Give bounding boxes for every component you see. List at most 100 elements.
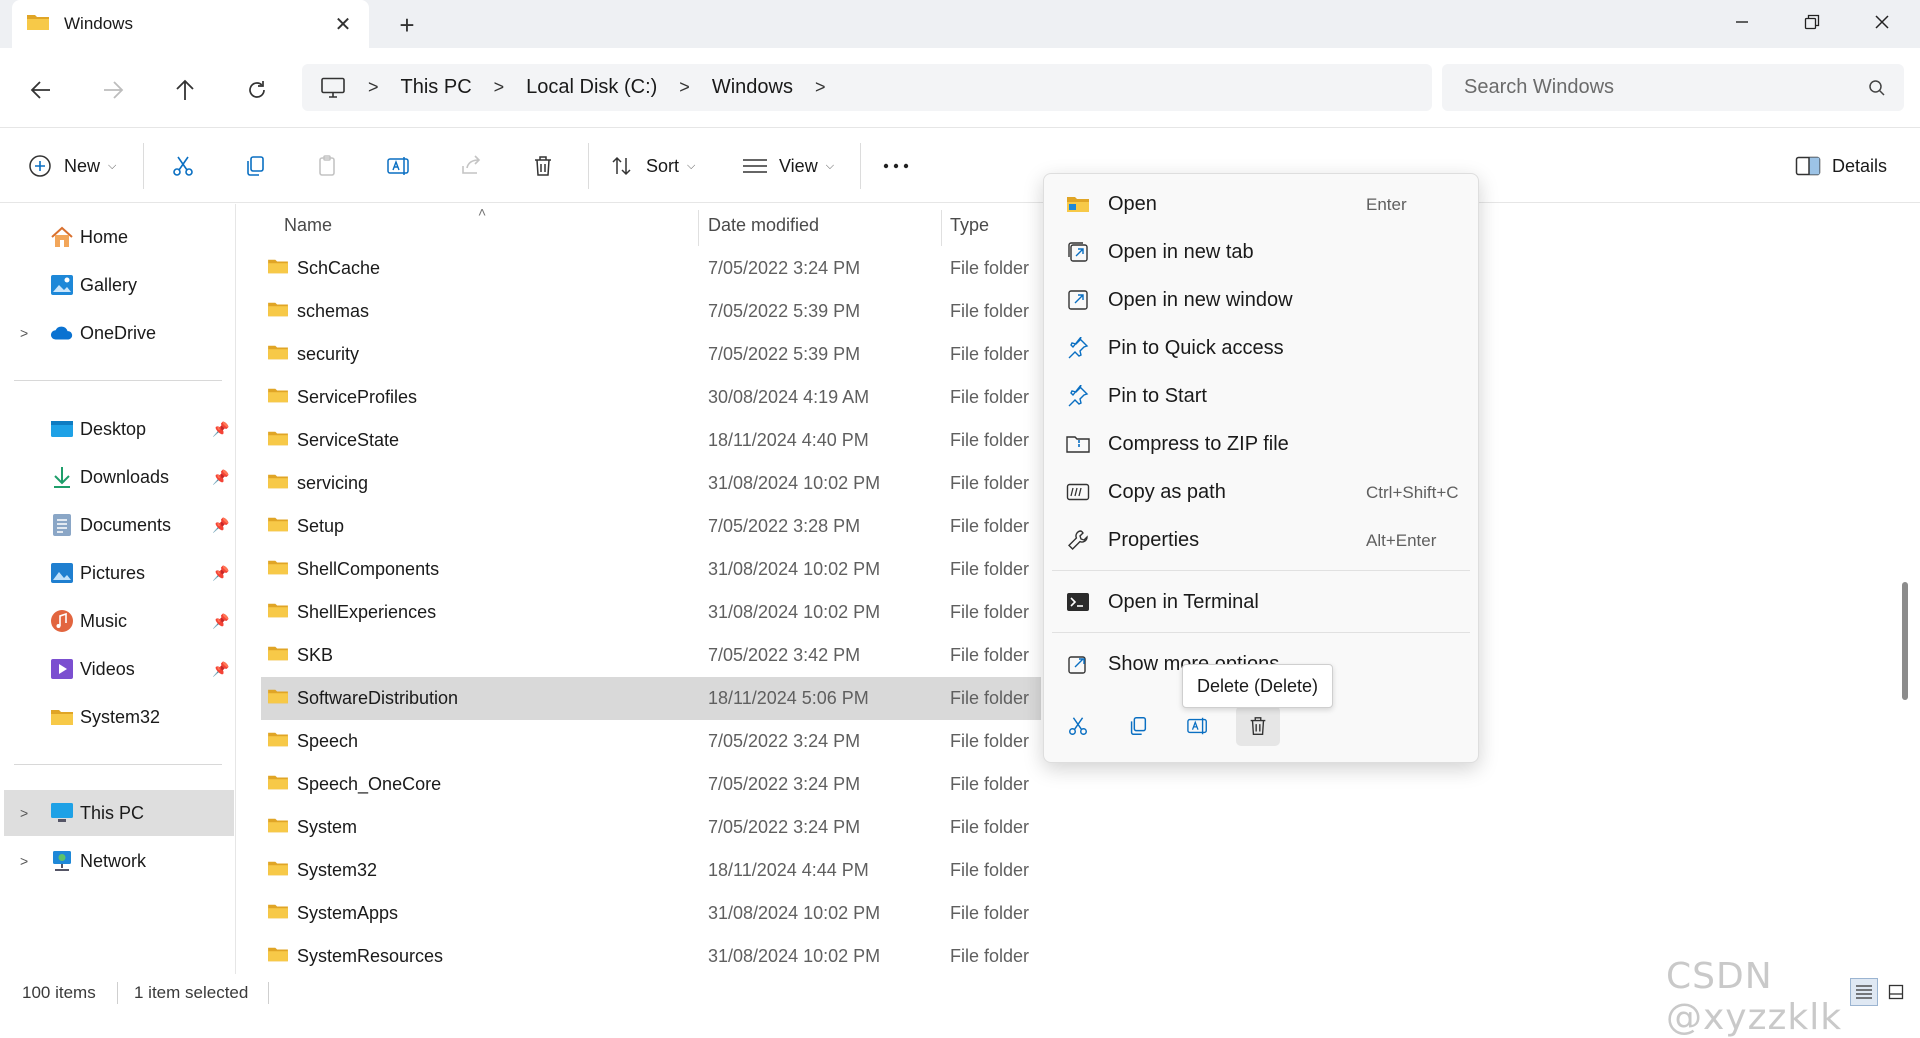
file-row[interactable]: SystemResources 31/08/2024 10:02 PM File f… xyxy=(261,935,1041,978)
breadcrumb-this-pc[interactable]: This PC xyxy=(401,76,472,99)
sidebar-item-pictures[interactable]: Pictures 📌 xyxy=(0,550,234,596)
cut-button[interactable] xyxy=(1056,706,1100,746)
sidebar-item-this-pc[interactable]: > This PC xyxy=(4,790,234,836)
terminal-icon xyxy=(1066,590,1090,614)
menu-item-copy-as-path[interactable]: Copy as path Ctrl+Shift+C xyxy=(1052,469,1470,515)
pin-icon[interactable]: 📌 xyxy=(212,517,229,534)
delete-button[interactable] xyxy=(1236,706,1280,746)
sidebar-item-network[interactable]: > Network xyxy=(0,838,234,884)
sidebar-item-music[interactable]: Music 📌 xyxy=(0,598,234,644)
file-name: System32 xyxy=(297,860,378,880)
file-row[interactable]: ServiceState 18/11/2024 4:40 PM File folde… xyxy=(261,419,1041,462)
chevron-right-icon[interactable]: > xyxy=(20,805,28,821)
file-row[interactable]: servicing 31/08/2024 10:02 PM File folder xyxy=(261,462,1041,505)
file-date-modified: 7/05/2022 3:24 PM xyxy=(708,258,861,278)
search-input[interactable]: Search Windows xyxy=(1464,76,1868,99)
menu-item-pin-quick-access[interactable]: Pin to Quick access xyxy=(1052,325,1470,371)
menu-item-properties[interactable]: Properties Alt+Enter xyxy=(1052,517,1470,563)
refresh-button[interactable] xyxy=(237,70,277,110)
minimize-button[interactable] xyxy=(1710,0,1774,44)
menu-item-open[interactable]: Open Enter xyxy=(1052,181,1470,227)
pin-icon[interactable]: 📌 xyxy=(212,469,229,486)
restore-button[interactable] xyxy=(1780,0,1844,44)
sidebar-item-downloads[interactable]: Downloads 📌 xyxy=(0,454,234,500)
column-divider[interactable] xyxy=(941,210,942,246)
menu-item-open-new-tab[interactable]: Open in new tab xyxy=(1052,229,1470,275)
sidebar-item-desktop[interactable]: Desktop 📌 xyxy=(0,406,234,452)
pin-icon[interactable]: 📌 xyxy=(212,565,229,582)
sidebar-item-onedrive[interactable]: > OneDrive xyxy=(0,310,234,356)
column-date-label: Date modified xyxy=(708,214,820,235)
menu-item-open-new-window[interactable]: Open in new window xyxy=(1052,277,1470,323)
new-tab-button[interactable]: + xyxy=(392,10,422,40)
folder-icon xyxy=(50,705,74,729)
file-row[interactable]: Setup 7/05/2022 3:28 PM File folder xyxy=(261,505,1041,548)
column-divider[interactable] xyxy=(698,210,699,246)
sidebar-label: This PC xyxy=(80,802,145,823)
sidebar-item-gallery[interactable]: Gallery xyxy=(0,262,234,308)
download-icon xyxy=(50,465,74,489)
view-button[interactable]: View ⌵ xyxy=(737,147,834,185)
file-row[interactable]: ServiceProfiles 30/08/2024 4:19 AM File fo… xyxy=(261,376,1041,419)
file-row[interactable]: System32 18/11/2024 4:44 PM File folder xyxy=(261,849,1041,892)
copy-button[interactable] xyxy=(1116,706,1160,746)
file-row[interactable]: ShellComponents 31/08/2024 10:02 PM File f… xyxy=(261,548,1041,591)
up-button[interactable] xyxy=(165,70,205,110)
tab-windows[interactable]: Windows ✕ xyxy=(12,0,369,48)
rename-button[interactable] xyxy=(1176,706,1220,746)
file-row[interactable]: ShellExperiences 31/08/2024 10:02 PM File … xyxy=(261,591,1041,634)
file-row[interactable]: SoftwareDistribution 18/11/2024 5:06 PM Fi… xyxy=(261,677,1041,720)
chevron-right-icon[interactable]: > xyxy=(494,77,505,98)
chevron-right-icon[interactable]: > xyxy=(20,325,28,341)
sidebar-item-videos[interactable]: Videos 📌 xyxy=(0,646,234,692)
menu-item-compress-zip[interactable]: Compress to ZIP file xyxy=(1052,421,1470,467)
pin-icon[interactable]: 📌 xyxy=(212,613,229,630)
forward-button[interactable] xyxy=(93,70,133,110)
file-row[interactable]: security 7/05/2022 5:39 PM File folder xyxy=(261,333,1041,376)
tab-close-icon[interactable]: ✕ xyxy=(331,12,355,36)
column-header-name[interactable]: Name xyxy=(284,204,332,246)
chevron-right-icon[interactable]: > xyxy=(20,853,28,869)
copy-button[interactable] xyxy=(237,147,273,185)
file-row[interactable]: SKB 7/05/2022 3:42 PM File folder xyxy=(261,634,1041,677)
menu-item-pin-start[interactable]: Pin to Start xyxy=(1052,373,1470,419)
pin-icon[interactable]: 📌 xyxy=(212,421,229,438)
menu-item-open-terminal[interactable]: Open in Terminal xyxy=(1052,579,1470,625)
sidebar-item-documents[interactable]: Documents 📌 xyxy=(0,502,234,548)
new-button[interactable]: New ⌵ xyxy=(22,147,116,185)
file-row[interactable]: schemas 7/05/2022 5:39 PM File folder xyxy=(261,290,1041,333)
close-window-button[interactable] xyxy=(1850,0,1914,44)
column-header-date[interactable]: Date modified xyxy=(708,204,819,246)
gallery-icon xyxy=(50,273,74,297)
column-header-type[interactable]: Type xyxy=(950,204,989,246)
search-box[interactable]: Search Windows xyxy=(1442,64,1904,111)
folder-icon xyxy=(267,644,289,667)
sort-button[interactable]: Sort ⌵ xyxy=(604,147,695,185)
details-button[interactable]: Details xyxy=(1790,147,1887,185)
see-more-button[interactable] xyxy=(878,147,914,185)
sidebar-label: Music xyxy=(80,610,128,631)
file-row[interactable]: Speech 7/05/2022 3:24 PM File folder xyxy=(261,720,1041,763)
rename-button[interactable] xyxy=(381,147,417,185)
cut-button[interactable] xyxy=(165,147,201,185)
address-bar[interactable]: > This PC > Local Disk (C:) > Windows > xyxy=(302,64,1432,111)
breadcrumb-windows[interactable]: Windows xyxy=(712,76,793,99)
file-row[interactable]: SystemApps 31/08/2024 10:02 PM File folder xyxy=(261,892,1041,935)
chevron-right-icon[interactable]: > xyxy=(815,77,826,98)
navigation-bar: > This PC > Local Disk (C:) > Windows > … xyxy=(0,48,1920,128)
back-button[interactable] xyxy=(21,70,61,110)
chevron-right-icon[interactable]: > xyxy=(679,77,690,98)
breadcrumb-local-disk[interactable]: Local Disk (C:) xyxy=(526,76,657,99)
file-name: SchCache xyxy=(297,258,381,278)
file-row[interactable]: SchCache 7/05/2022 3:24 PM File folder xyxy=(261,247,1041,290)
file-row[interactable]: Speech_OneCore 7/05/2022 3:24 PM File fold… xyxy=(261,763,1041,806)
delete-button[interactable] xyxy=(525,147,561,185)
pin-icon[interactable]: 📌 xyxy=(212,661,229,678)
file-row[interactable]: System 7/05/2022 3:24 PM File folder xyxy=(261,806,1041,849)
paste-button[interactable] xyxy=(309,147,345,185)
sidebar-item-home[interactable]: Home xyxy=(0,214,234,260)
menu-item-label: Open in new window xyxy=(1108,289,1293,311)
share-button[interactable] xyxy=(453,147,489,185)
scrollbar-thumb[interactable] xyxy=(1902,582,1908,700)
sidebar-item-system32[interactable]: System32 xyxy=(0,694,234,740)
